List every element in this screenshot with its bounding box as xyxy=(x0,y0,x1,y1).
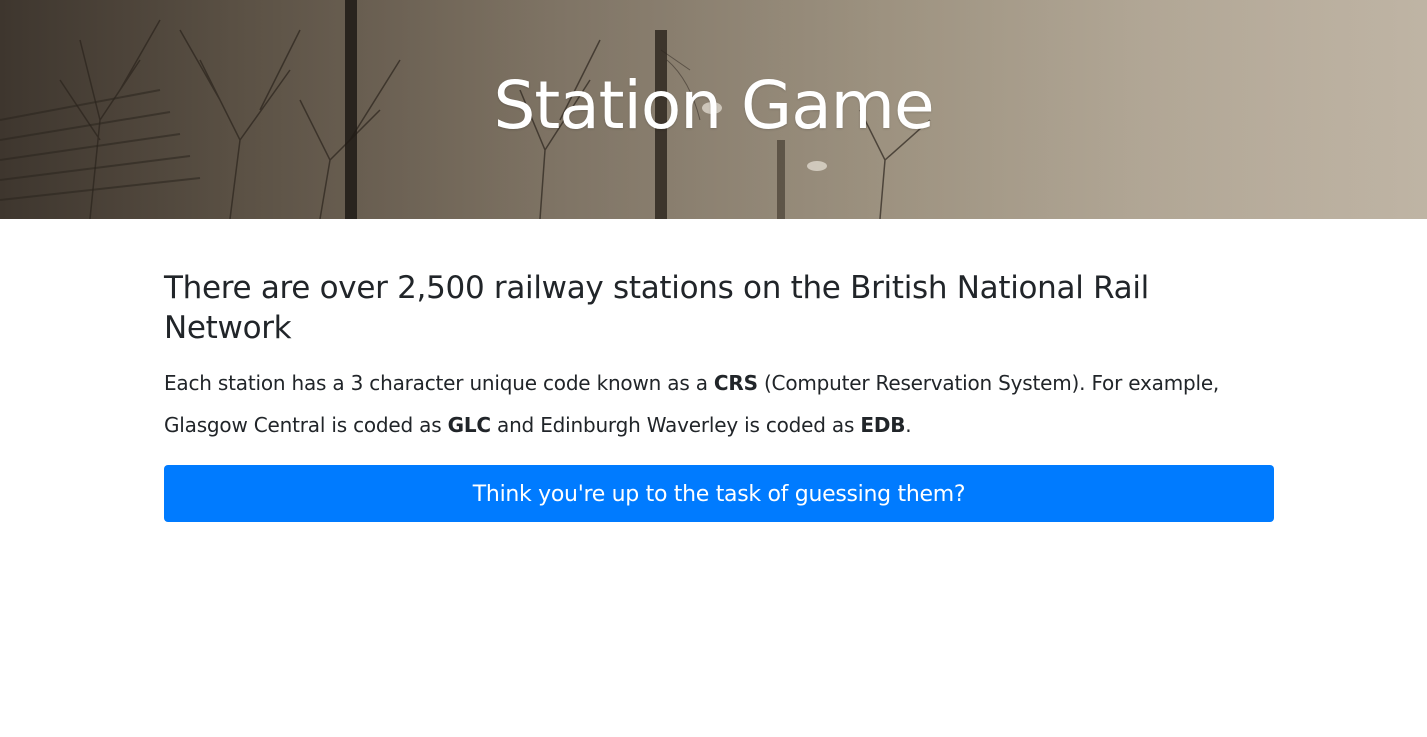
edb-code: EDB xyxy=(860,413,906,437)
main-content: There are over 2,500 railway stations on… xyxy=(164,268,1274,522)
intro-text-3: and Edinburgh Waverley is coded as xyxy=(490,413,861,437)
intro-text-4: . xyxy=(905,413,912,437)
hero-banner: Station Game xyxy=(0,0,1427,219)
intro-text-1: Each station has a 3 character unique co… xyxy=(164,371,714,395)
intro-heading: There are over 2,500 railway stations on… xyxy=(164,270,1149,346)
intro-paragraph: Each station has a 3 character unique co… xyxy=(164,362,1274,446)
glc-code: GLC xyxy=(447,413,491,437)
start-game-button[interactable]: Think you're up to the task of guessing … xyxy=(164,465,1274,522)
page-title: Station Game xyxy=(493,67,934,144)
crs-term: CRS xyxy=(713,371,758,395)
